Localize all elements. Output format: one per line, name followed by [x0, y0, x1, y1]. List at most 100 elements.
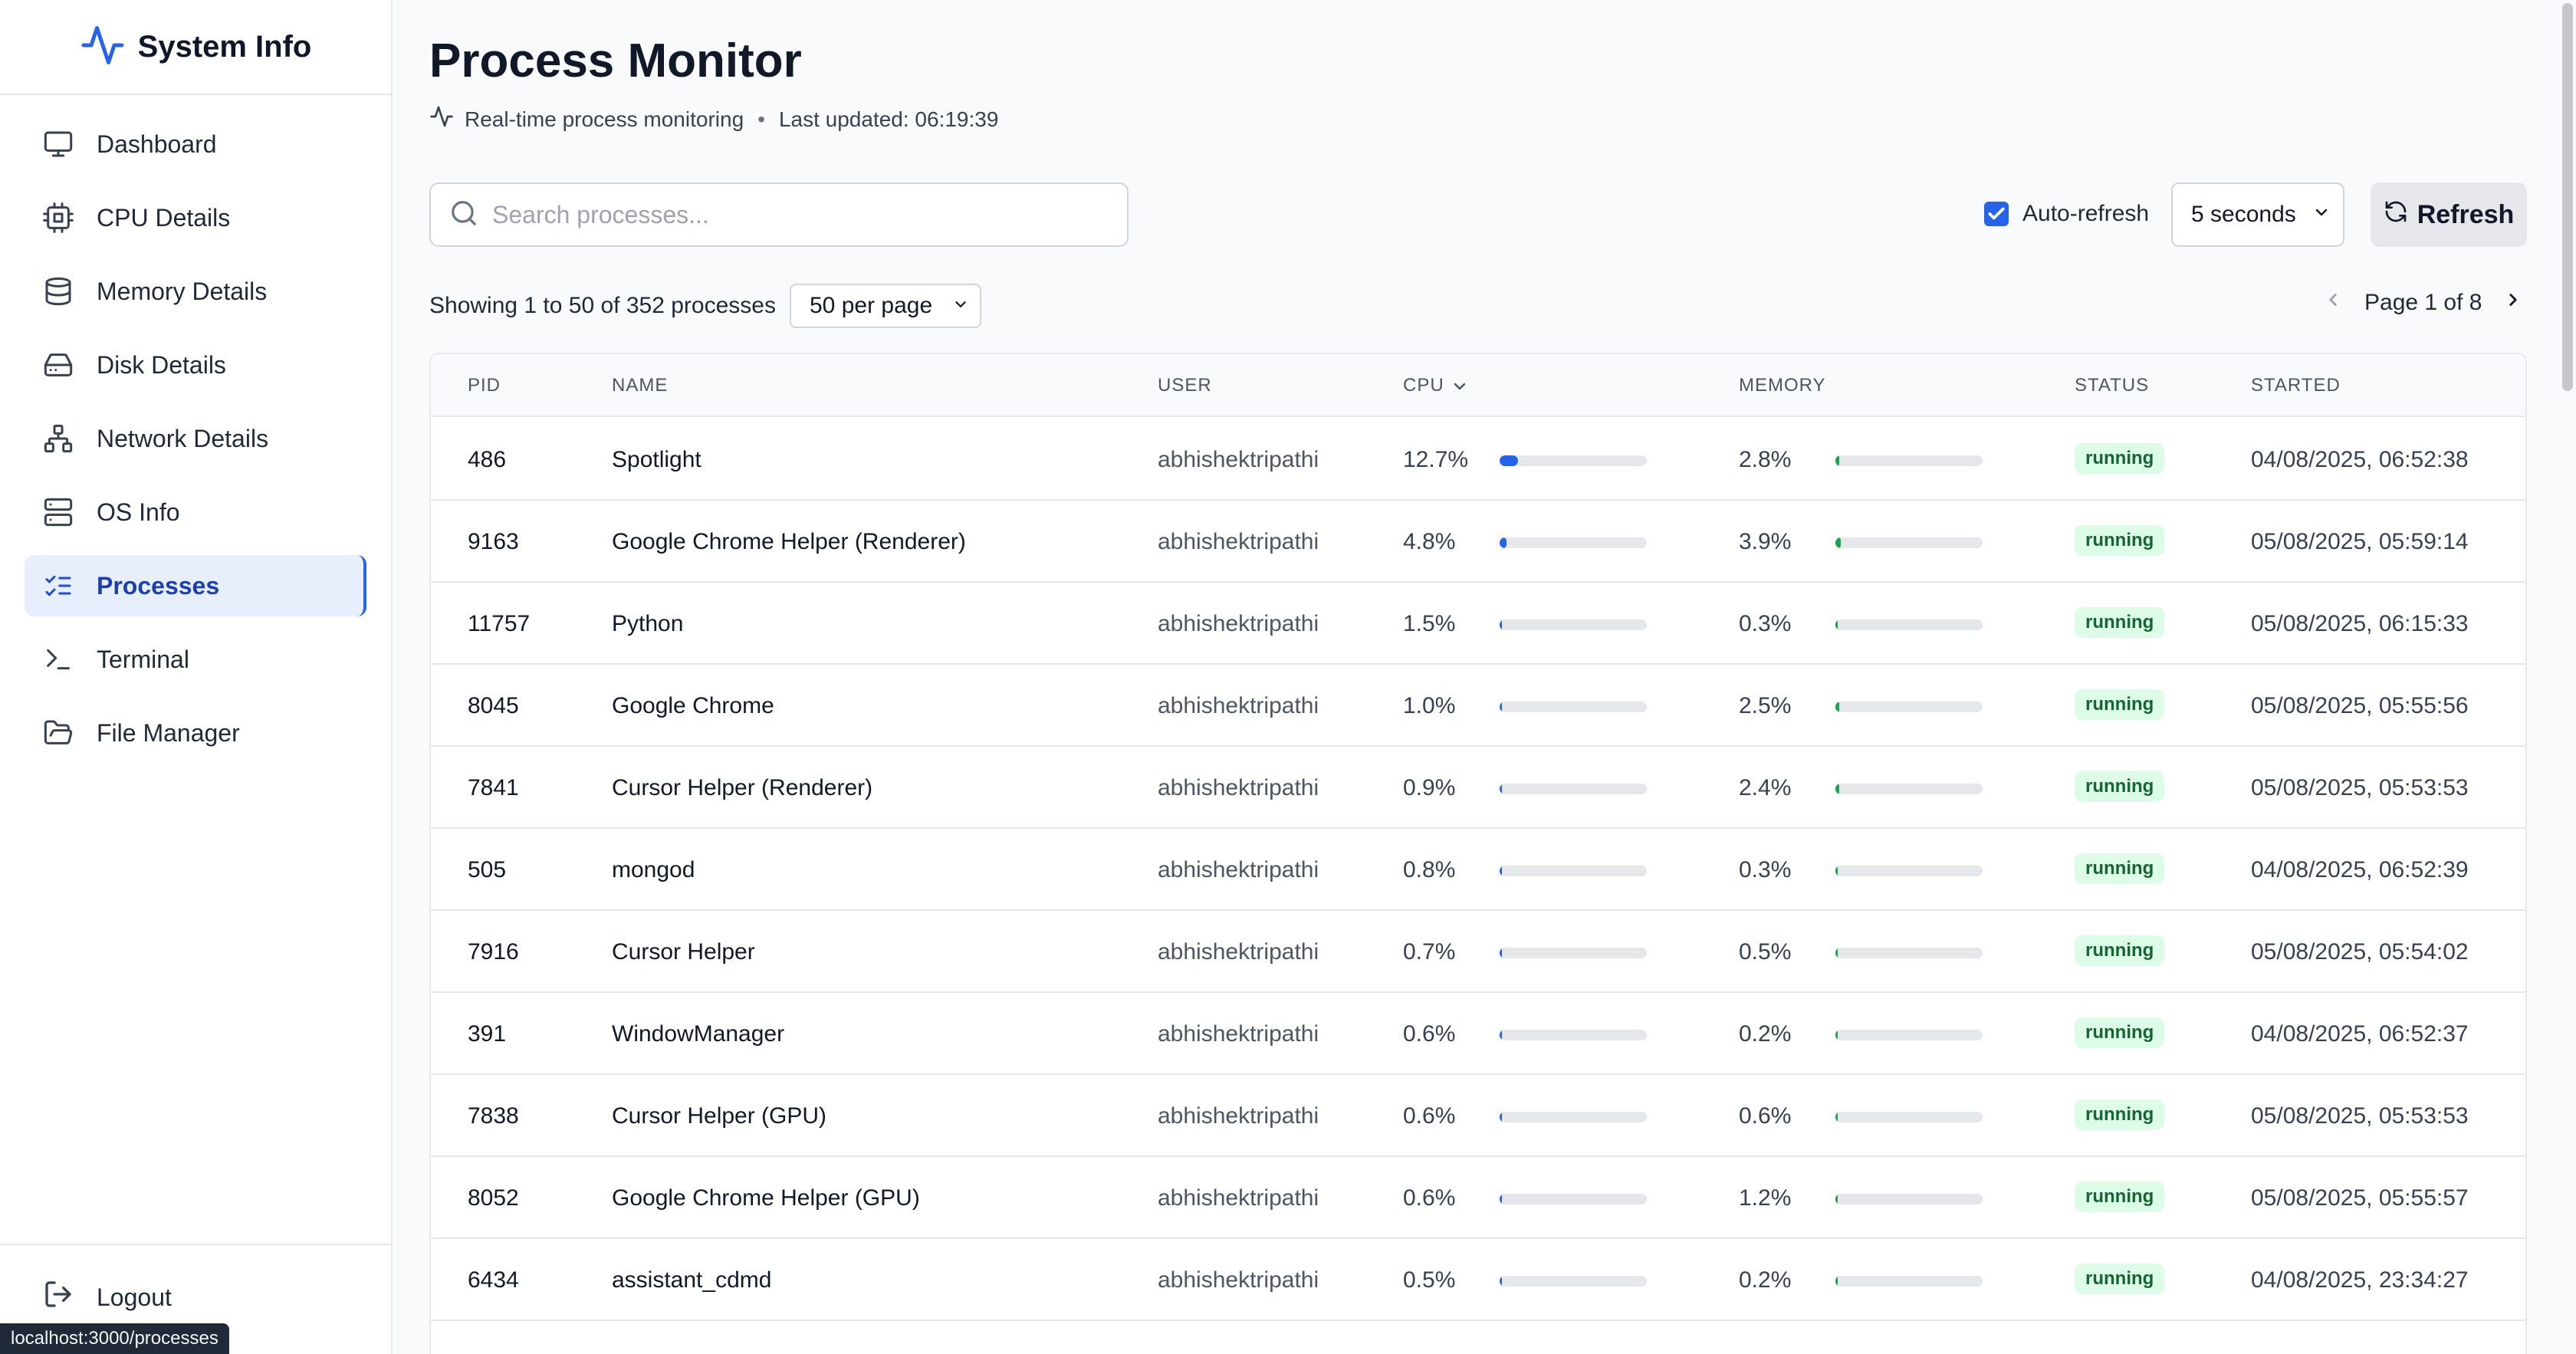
sidebar-item-processes[interactable]: Processes — [25, 555, 366, 616]
user-cell: abhishektripathi — [1158, 1103, 1319, 1129]
memory-usage-bar — [1835, 619, 1983, 630]
server-icon — [44, 498, 73, 527]
cpu-header-label: CPU — [1403, 375, 1444, 396]
search-input[interactable] — [492, 200, 1106, 229]
memory-usage-bar — [1835, 537, 1983, 548]
user-cell: abhishektripathi — [1158, 1185, 1319, 1211]
table-row[interactable]: 11757 Python abhishektripathi 1.5% 0.3% runni… — [431, 583, 2525, 665]
sort-desc-icon — [1454, 383, 1465, 389]
table-row[interactable]: 7838 Cursor Helper (GPU) abhishektripathi 0… — [431, 1075, 2525, 1157]
status-badge: running — [2075, 689, 2165, 720]
sidebar-item-disk-details[interactable]: Disk Details — [25, 334, 366, 396]
pid-cell: 7841 — [468, 775, 519, 800]
memory-usage-fill — [1835, 948, 1838, 958]
next-page-button[interactable] — [2503, 290, 2523, 316]
page-subtitle: Real-time process monitoring • Last upda… — [429, 104, 998, 134]
brand-title: System Info — [137, 29, 312, 64]
cpu-usage-bar — [1500, 455, 1647, 466]
cpu-percent: 0.7% — [1403, 939, 1456, 965]
cpu-percent: 12.7% — [1403, 447, 1469, 472]
cpu-percent: 0.6% — [1403, 1021, 1456, 1047]
status-badge: running — [2075, 1099, 2165, 1130]
memory-usage-fill — [1835, 784, 1839, 794]
sidebar-item-label: Dashboard — [97, 130, 217, 158]
sidebar-item-cpu-details[interactable]: CPU Details — [25, 187, 366, 248]
memory-usage-fill — [1835, 1276, 1838, 1287]
table-row[interactable]: 486 Spotlight abhishektripathi 12.7% 2.8% run… — [431, 419, 2525, 501]
column-header-cpu[interactable]: CPU — [1403, 354, 1469, 417]
sidebar-item-os-info[interactable]: OS Info — [25, 481, 366, 543]
table-row[interactable]: 391 WindowManager abhishektripathi 0.6% 0.2%… — [431, 993, 2525, 1075]
memory-percent: 3.9% — [1739, 529, 1792, 554]
per-page-select[interactable]: 50 per page — [790, 284, 981, 328]
process-name-cell: WindowManager — [612, 1021, 785, 1047]
previous-page-button[interactable] — [2323, 290, 2343, 316]
cpu-usage-fill — [1500, 455, 1519, 466]
column-header-status[interactable]: STATUS — [2075, 354, 2149, 417]
memory-percent: 0.3% — [1739, 611, 1792, 636]
column-header-memory[interactable]: MEMORY — [1739, 354, 1826, 417]
column-header-name[interactable]: NAME — [612, 354, 668, 417]
search-box[interactable] — [429, 182, 1129, 247]
started-cell: 05/08/2025, 05:55:56 — [2251, 693, 2469, 718]
auto-refresh-toggle[interactable]: Auto-refresh — [1984, 201, 2149, 227]
brand[interactable]: System Info — [0, 0, 391, 95]
table-row[interactable]: 7916 Cursor Helper abhishektripathi 0.7% 0.5… — [431, 911, 2525, 993]
cpu-usage-fill — [1500, 948, 1502, 958]
table-row[interactable]: 7841 Cursor Helper (Renderer) abhishektrip… — [431, 747, 2525, 829]
status-badge: running — [2075, 771, 2165, 802]
cpu-percent: 0.6% — [1403, 1185, 1456, 1211]
auto-refresh-checkbox[interactable] — [1984, 202, 2009, 226]
user-cell: abhishektripathi — [1158, 857, 1319, 882]
cpu-icon — [43, 202, 74, 233]
pid-cell: 11757 — [468, 611, 531, 636]
sidebar-item-label: CPU Details — [97, 203, 231, 232]
sidebar-item-file-manager[interactable]: File Manager — [25, 702, 366, 764]
cpu-usage-bar — [1500, 866, 1647, 876]
cpu-percent: 0.9% — [1403, 775, 1456, 800]
memory-usage-fill — [1835, 1030, 1838, 1040]
memory-usage-bar — [1835, 866, 1983, 876]
table-header: PID NAME USER CPU MEMORY STATUS STARTED — [431, 354, 2525, 417]
memory-percent: 2.8% — [1739, 447, 1792, 472]
started-cell: 05/08/2025, 05:53:53 — [2251, 1103, 2469, 1129]
status-bar-url: localhost:3000/processes — [0, 1323, 229, 1354]
sidebar-item-dashboard[interactable]: Dashboard — [25, 113, 366, 175]
process-table: PID NAME USER CPU MEMORY STATUS STARTED … — [429, 353, 2527, 1354]
table-row[interactable]: 9163 Google Chrome Helper (Renderer) abhis… — [431, 501, 2525, 583]
cpu-usage-bar — [1500, 1194, 1647, 1204]
folder-icon — [44, 720, 73, 744]
process-name-cell: Cursor Helper (GPU) — [612, 1103, 827, 1129]
table-row[interactable]: 505 mongod abhishektripathi 0.8% 0.3% running… — [431, 829, 2525, 911]
started-cell: 04/08/2025, 06:52:39 — [2251, 857, 2469, 882]
refresh-interval-select[interactable]: 5 seconds — [2171, 182, 2344, 247]
sidebar-item-terminal[interactable]: Terminal — [25, 629, 366, 690]
logout-label: Logout — [97, 1283, 172, 1311]
logout-button[interactable]: Logout — [43, 1279, 172, 1316]
cpu-usage-bar — [1500, 1030, 1647, 1040]
sidebar-item-network-details[interactable]: Network Details — [25, 408, 366, 469]
table-row[interactable]: 8045 Google Chrome abhishektripathi 1.0% 2.5… — [431, 665, 2525, 747]
column-header-pid[interactable]: PID — [468, 354, 501, 417]
table-row[interactable]: 8052 Google Chrome Helper (GPU) abhishektr… — [431, 1157, 2525, 1239]
status-badge: running — [2075, 525, 2165, 556]
memory-usage-fill — [1835, 702, 1839, 712]
search-icon — [449, 199, 478, 232]
column-header-user[interactable]: USER — [1158, 354, 1212, 417]
table-row[interactable]: 6434 assistant_cdmd abhishektripathi 0.5% 0.… — [431, 1239, 2525, 1321]
pid-cell: 9163 — [468, 529, 519, 554]
scrollbar[interactable] — [2562, 3, 2573, 391]
status-badge: running — [2075, 853, 2165, 884]
memory-usage-fill — [1835, 866, 1838, 876]
sidebar-item-memory-details[interactable]: Memory Details — [25, 261, 366, 322]
refresh-button[interactable]: Refresh — [2371, 182, 2527, 247]
column-header-started[interactable]: STARTED — [2251, 354, 2341, 417]
monitor-icon — [44, 131, 73, 157]
user-cell: abhishektripathi — [1158, 1267, 1319, 1293]
chevron-left-icon — [2329, 294, 2337, 306]
memory-usage-bar — [1835, 455, 1983, 466]
cpu-usage-fill — [1500, 702, 1502, 712]
memory-usage-fill — [1835, 455, 1840, 466]
started-cell: 05/08/2025, 05:53:53 — [2251, 775, 2469, 800]
pid-cell: 505 — [468, 857, 507, 882]
